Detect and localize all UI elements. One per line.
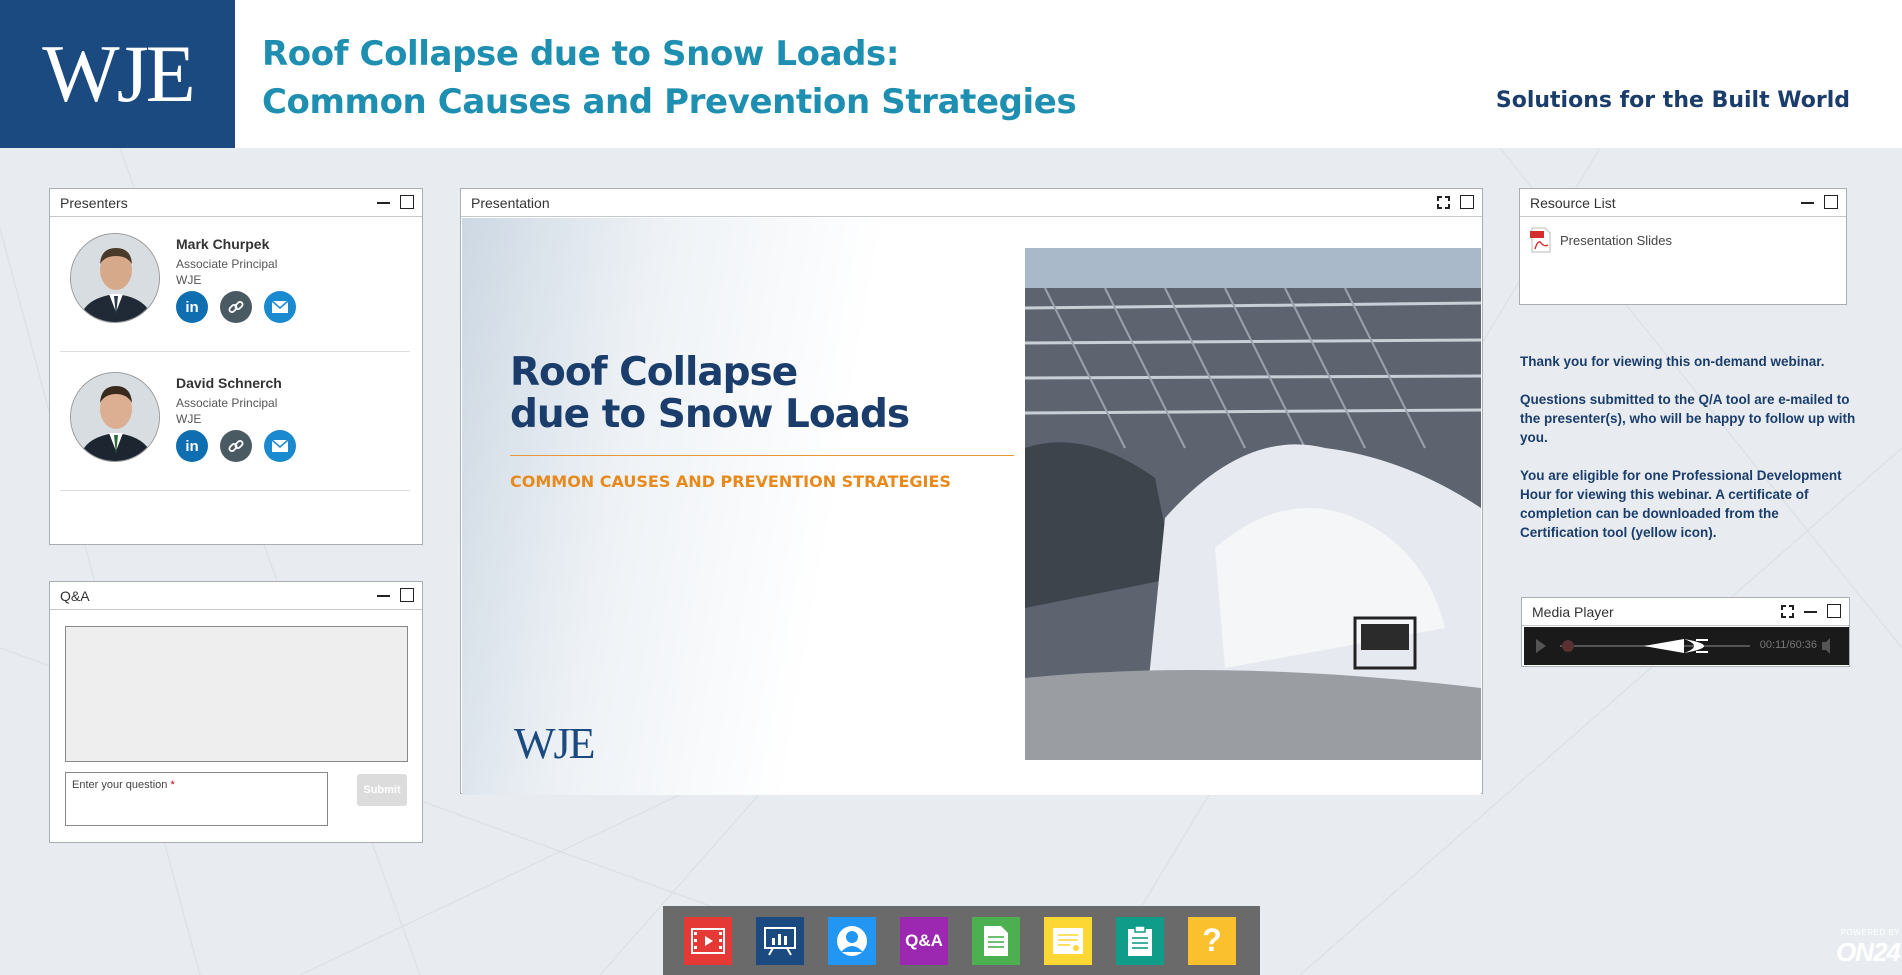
linkedin-icon[interactable]: in bbox=[176, 430, 208, 462]
minimize-icon[interactable] bbox=[1804, 610, 1817, 613]
qa-panel-title: Q&A bbox=[60, 587, 90, 604]
resource-list-title: Resource List bbox=[1530, 194, 1616, 211]
slide-title-line2: due to Snow Loads bbox=[510, 392, 910, 437]
presenter-name: Mark Churpek bbox=[176, 236, 270, 252]
pdf-icon bbox=[1530, 227, 1552, 253]
certificate-icon[interactable] bbox=[1044, 916, 1092, 965]
maximize-icon[interactable] bbox=[1827, 604, 1841, 618]
media-player-header: Media Player bbox=[1522, 598, 1849, 626]
presentation-panel-header: Presentation bbox=[461, 189, 1482, 217]
media-player-title: Media Player bbox=[1532, 603, 1614, 620]
qa-icon[interactable]: Q&A bbox=[900, 916, 948, 965]
minimize-icon[interactable] bbox=[377, 201, 390, 204]
email-icon[interactable] bbox=[264, 430, 296, 462]
presenter-role: Associate Principal bbox=[176, 396, 278, 410]
slide-title-line1: Roof Collapse bbox=[510, 350, 798, 395]
fullscreen-icon[interactable] bbox=[1781, 604, 1794, 618]
qa-panel: Q&A Enter your question * Submit bbox=[49, 581, 423, 843]
presentation-panel: Presentation Roof Collapse due to Snow L… bbox=[460, 188, 1483, 795]
minimize-icon[interactable] bbox=[1801, 201, 1814, 204]
presenter-org: WJE bbox=[176, 412, 202, 426]
resource-list-header: Resource List bbox=[1520, 189, 1846, 217]
divider bbox=[60, 490, 410, 491]
notes-paragraph: You are eligible for one Professional De… bbox=[1520, 468, 1842, 540]
presenters-panel-title: Presenters bbox=[60, 194, 128, 211]
presentation-slide[interactable]: Roof Collapse due to Snow Loads COMMON C… bbox=[462, 218, 1481, 795]
presenter-card: Mark Churpek Associate Principal WJE in bbox=[70, 233, 430, 373]
notes-paragraph: Thank you for viewing this on-demand web… bbox=[1520, 354, 1825, 369]
maximize-icon[interactable] bbox=[1824, 195, 1838, 209]
presenter-role: Associate Principal bbox=[176, 257, 278, 271]
bottom-toolbar: Q&A ? bbox=[663, 906, 1260, 975]
seek-handle bbox=[1562, 640, 1574, 652]
question-input-label: Enter your question bbox=[72, 779, 168, 791]
presenter-card: David Schnerch Associate Principal WJE i… bbox=[70, 372, 430, 512]
link-icon[interactable] bbox=[220, 430, 252, 462]
notes-paragraph: Questions submitted to the Q/A tool are … bbox=[1520, 392, 1856, 445]
slide-logo: WJE bbox=[514, 719, 596, 768]
maximize-icon[interactable] bbox=[400, 588, 414, 602]
fullscreen-icon[interactable] bbox=[1437, 195, 1450, 209]
resource-item-label: Presentation Slides bbox=[1560, 232, 1673, 248]
divider bbox=[60, 351, 410, 352]
presentation-icon[interactable] bbox=[756, 916, 804, 965]
minimize-icon[interactable] bbox=[377, 594, 390, 597]
maximize-icon[interactable] bbox=[400, 195, 414, 209]
wje-logo: WJE bbox=[0, 0, 235, 148]
question-icon[interactable]: ? bbox=[1188, 916, 1236, 965]
media-player-panel: Media Player 00:11/60:36 bbox=[1521, 597, 1850, 667]
tagline: Solutions for the Built World bbox=[1495, 88, 1850, 113]
volume-icon bbox=[1822, 638, 1830, 654]
page-title-line1: Roof Collapse due to Snow Loads: bbox=[262, 34, 900, 74]
media-controls: 00:11/60:36 bbox=[1524, 627, 1849, 665]
slide-subtitle: COMMON CAUSES AND PREVENTION STRATEGIES bbox=[510, 472, 951, 491]
presentation-panel-title: Presentation bbox=[471, 194, 550, 211]
presenter-org: WJE bbox=[176, 273, 202, 287]
link-icon[interactable] bbox=[220, 291, 252, 323]
email-icon[interactable] bbox=[264, 291, 296, 323]
roof-collapse-photo bbox=[1025, 248, 1481, 760]
linkedin-icon[interactable]: in bbox=[176, 291, 208, 323]
resource-list-panel: Resource List Presentation Slides bbox=[1519, 188, 1847, 305]
film-icon[interactable] bbox=[684, 916, 732, 965]
question-input[interactable]: Enter your question * bbox=[65, 772, 328, 826]
qa-history-area[interactable] bbox=[65, 626, 408, 762]
media-time: 00:11/60:36 bbox=[1759, 639, 1817, 651]
avatar bbox=[70, 372, 160, 462]
maximize-icon[interactable] bbox=[1460, 195, 1474, 209]
header: WJE Roof Collapse due to Snow Loads: Com… bbox=[0, 0, 1902, 148]
avatar bbox=[70, 233, 160, 323]
submit-button[interactable]: Submit bbox=[357, 774, 407, 806]
qa-panel-header: Q&A bbox=[50, 582, 422, 610]
required-marker: * bbox=[170, 779, 175, 791]
play-icon bbox=[1536, 639, 1546, 653]
person-icon[interactable] bbox=[828, 916, 876, 965]
presenters-panel-header: Presenters bbox=[50, 189, 422, 217]
powered-by-logo: POWERED BY ON24 bbox=[1836, 928, 1901, 967]
page-title-line2: Common Causes and Prevention Strategies bbox=[262, 82, 1077, 122]
resource-item[interactable]: Presentation Slides bbox=[1530, 227, 1672, 253]
slide-divider bbox=[510, 455, 1014, 456]
document-icon[interactable] bbox=[972, 916, 1020, 965]
presenters-panel: Presenters Mark Churpek Associate Princi… bbox=[49, 188, 423, 545]
clipboard-icon[interactable] bbox=[1116, 916, 1164, 965]
webinar-notes: Thank you for viewing this on-demand web… bbox=[1520, 352, 1860, 561]
presenter-name: David Schnerch bbox=[176, 375, 282, 391]
